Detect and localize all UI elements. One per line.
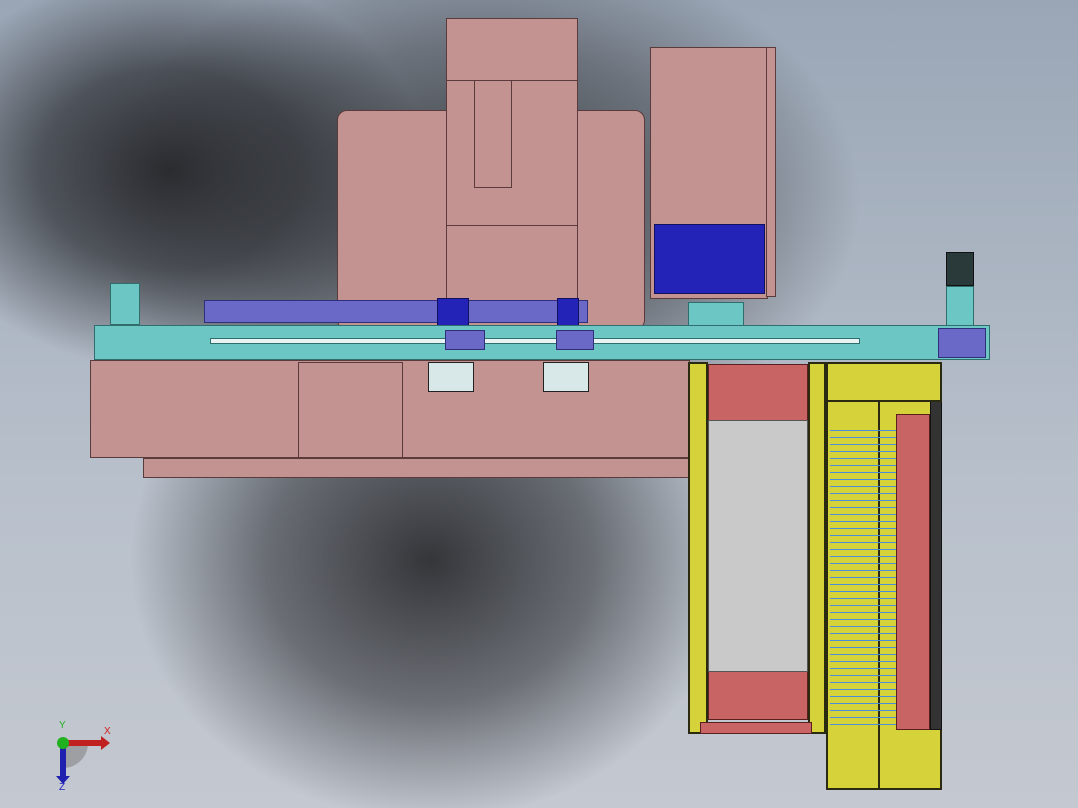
lower-base <box>143 458 690 478</box>
stack-rod <box>930 400 942 730</box>
magazine-frame-left <box>688 362 708 734</box>
rail-end-cap <box>938 328 986 358</box>
stack-strip <box>896 414 930 730</box>
gripper-left <box>428 362 474 392</box>
axis-triad: X Y Z <box>48 720 118 793</box>
support-block <box>688 302 744 326</box>
motor-coupler <box>946 286 974 326</box>
magazine-window <box>708 420 808 672</box>
y-axis-label: Y <box>59 720 66 731</box>
top-motor <box>946 252 974 286</box>
rail-carriage-right <box>556 330 594 350</box>
tower-window <box>474 80 512 188</box>
y-axis-dot <box>57 737 69 749</box>
cross-beam <box>204 300 588 323</box>
z-axis-label: Z <box>59 782 66 793</box>
lower-panel <box>298 362 403 458</box>
stack-lines <box>830 430 896 730</box>
x-axis-label: X <box>104 726 111 737</box>
stack-top <box>826 362 942 402</box>
magazine-bottom <box>700 722 812 734</box>
tower-plate <box>446 80 578 226</box>
motor-plate <box>654 224 765 294</box>
side-box-edge <box>766 47 776 297</box>
gripper-right <box>543 362 589 392</box>
rail-groove <box>210 338 860 344</box>
magazine-frame-mid <box>808 362 826 734</box>
rail-carriage-left <box>445 330 485 350</box>
cad-viewport[interactable] <box>0 0 1078 808</box>
left-post <box>110 283 140 325</box>
